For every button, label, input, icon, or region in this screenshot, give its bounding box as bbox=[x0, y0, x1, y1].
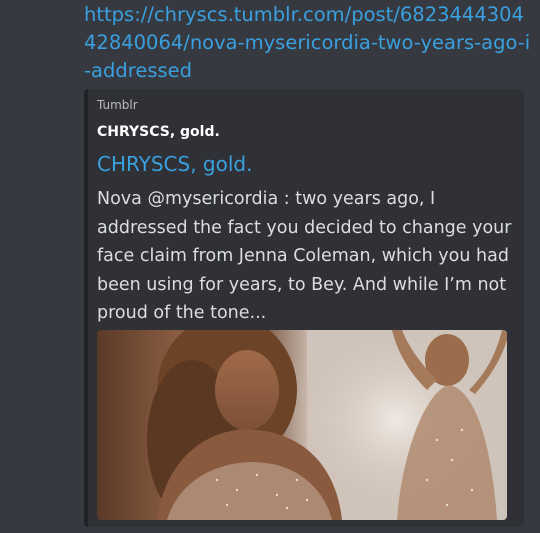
message-link[interactable]: https://chryscs.tumblr.com/post/68234443… bbox=[84, 1, 534, 85]
embed-title[interactable]: CHRYSCS, gold. bbox=[97, 150, 252, 178]
embed-image[interactable] bbox=[97, 330, 507, 520]
chat-message-area: https://chryscs.tumblr.com/post/68234443… bbox=[0, 0, 540, 533]
embed-photo-illustration bbox=[147, 330, 507, 520]
embed-author[interactable]: CHRYSCS, gold. bbox=[97, 123, 220, 141]
embed-provider[interactable]: Tumblr bbox=[97, 97, 138, 113]
embed-description: Nova @mysericordia : two years ago, I ad… bbox=[97, 189, 512, 323]
link-embed: Tumblr CHRYSCS, gold. CHRYSCS, gold. Nov… bbox=[84, 89, 524, 527]
